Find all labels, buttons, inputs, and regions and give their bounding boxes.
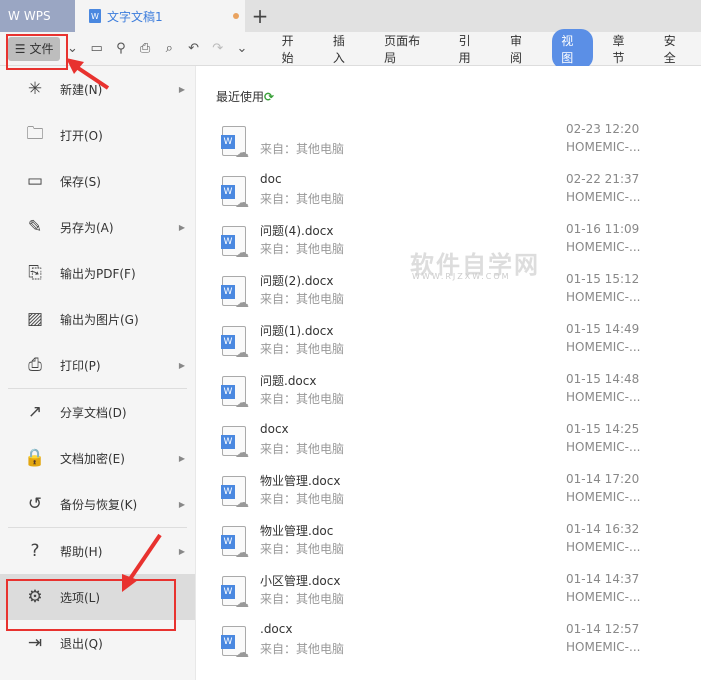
arrow-to-options: [126, 533, 162, 584]
annotation-arrows: [66, 58, 162, 592]
